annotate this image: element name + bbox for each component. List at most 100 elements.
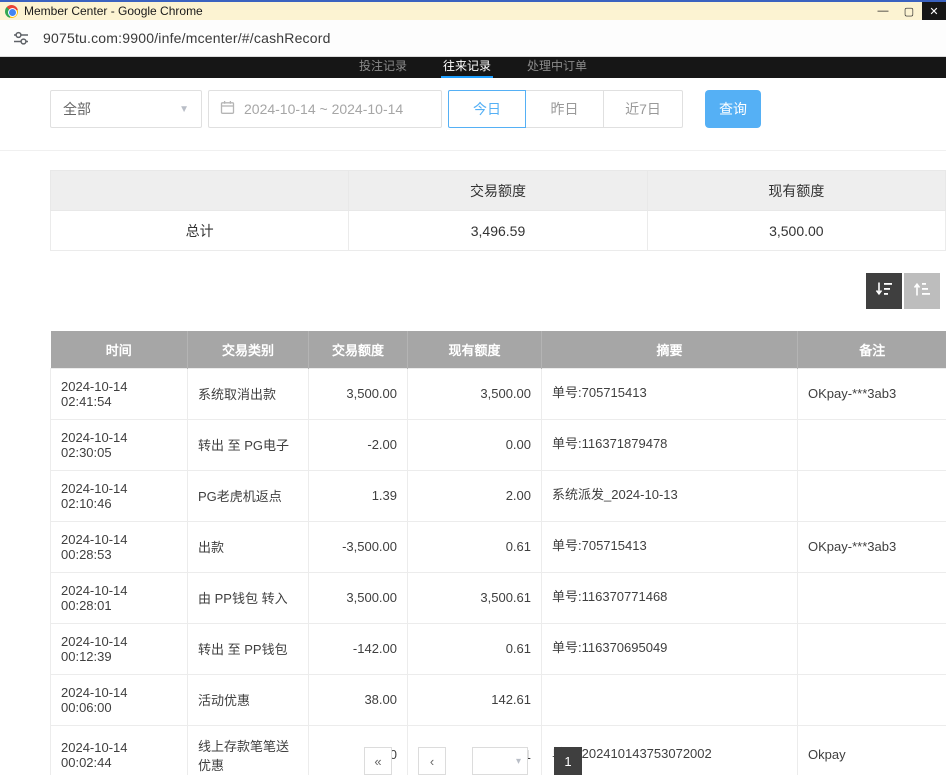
type-select-value: 全部 [63, 99, 91, 119]
cell-balance: 142.61 [408, 674, 542, 725]
table-row: 2024-10-14 02:10:46 PG老虎机返点 1.39 2.00 系统… [51, 470, 946, 521]
sort-ascending-button[interactable] [904, 273, 940, 309]
cell-summary: 单号:705715413 [542, 368, 798, 419]
summary-header-empty [51, 171, 349, 211]
records-header-row: 时间 交易类别 交易额度 现有额度 摘要 备注 [51, 331, 946, 368]
cell-balance: 3,500.61 [408, 572, 542, 623]
sort-controls [0, 273, 940, 309]
today-button[interactable]: 今日 [448, 90, 526, 128]
site-settings-icon[interactable] [12, 29, 30, 47]
cell-note: OKpay-***3ab3 [798, 521, 946, 572]
sort-descending-icon [874, 281, 894, 302]
top-nav: 投注记录 往来记录 处理中订单 [0, 57, 946, 78]
table-row: 2024-10-14 00:06:00 活动优惠 38.00 142.61 [51, 674, 946, 725]
sort-descending-button[interactable] [866, 273, 902, 309]
calendar-icon [220, 100, 235, 118]
address-bar[interactable]: 9075tu.com:9900/infe/mcenter/#/cashRecor… [43, 30, 331, 46]
chrome-logo-icon [5, 5, 18, 18]
summary-total-label: 总计 [51, 211, 349, 251]
chevron-down-icon: ▼ [179, 104, 189, 115]
chevron-down-icon: ▾ [516, 756, 521, 767]
summary-balance-total: 3,500.00 [647, 211, 945, 251]
table-row: 2024-10-14 00:28:53 出款 -3,500.00 0.61 单号… [51, 521, 946, 572]
table-row: 2024-10-14 02:30:05 转出 至 PG电子 -2.00 0.00… [51, 419, 946, 470]
cell-type: 由 PP钱包 转入 [188, 572, 309, 623]
header-time: 时间 [51, 331, 188, 368]
cell-summary: 单号:116370771468 [542, 572, 798, 623]
cell-note [798, 623, 946, 674]
window-controls: — ▢ ✕ [870, 2, 946, 20]
cell-amount: -3,500.00 [309, 521, 408, 572]
cell-amount: 1.39 [309, 470, 408, 521]
cell-time: 2024-10-14 02:10:46 [51, 470, 188, 521]
quick-range-group: 今日 昨日 近7日 [448, 90, 683, 128]
cell-time: 2024-10-14 00:28:53 [51, 521, 188, 572]
cell-balance: 0.00 [408, 419, 542, 470]
table-row: 2024-10-14 00:12:39 转出 至 PP钱包 -142.00 0.… [51, 623, 946, 674]
close-button[interactable]: ✕ [922, 2, 946, 20]
cell-note: OKpay-***3ab3 [798, 368, 946, 419]
pagination-prev-button[interactable]: ‹ [418, 747, 446, 775]
type-select[interactable]: 全部 ▼ [50, 90, 202, 128]
cell-amount: 3,500.00 [309, 368, 408, 419]
header-type: 交易类别 [188, 331, 309, 368]
date-range-picker[interactable]: 2024-10-14 ~ 2024-10-14 [208, 90, 442, 128]
cell-time: 2024-10-14 02:41:54 [51, 368, 188, 419]
summary-table: 交易额度 现有额度 总计 3,496.59 3,500.00 [50, 170, 946, 251]
cell-summary: 单号:705715413 [542, 521, 798, 572]
search-button[interactable]: 查询 [705, 90, 761, 128]
cell-summary: 系统派发_2024-10-13 [542, 470, 798, 521]
cell-balance: 2.00 [408, 470, 542, 521]
cell-note [798, 419, 946, 470]
header-note: 备注 [798, 331, 946, 368]
cell-balance: 3,500.00 [408, 368, 542, 419]
yesterday-button[interactable]: 昨日 [525, 90, 604, 128]
cell-balance: 0.61 [408, 521, 542, 572]
cell-type: 转出 至 PP钱包 [188, 623, 309, 674]
cell-summary: 单号:116371879478 [542, 419, 798, 470]
last-7-days-button[interactable]: 近7日 [603, 90, 683, 128]
cell-type: 活动优惠 [188, 674, 309, 725]
summary-header-balance: 现有额度 [647, 171, 945, 211]
header-balance: 现有额度 [408, 331, 542, 368]
cell-note [798, 470, 946, 521]
tab-pending-orders[interactable]: 处理中订单 [525, 57, 589, 78]
cell-summary: 单号:116370695049 [542, 623, 798, 674]
pagination: « ‹ ▾ 1 [0, 747, 946, 775]
maximize-button[interactable]: ▢ [896, 2, 922, 20]
cell-time: 2024-10-14 00:28:01 [51, 572, 188, 623]
summary-transaction-total: 3,496.59 [349, 211, 647, 251]
filter-row: 全部 ▼ 2024-10-14 ~ 2024-10-14 今日 昨日 近7日 查… [50, 90, 946, 128]
cell-type: PG老虎机返点 [188, 470, 309, 521]
pagination-active-page[interactable]: 1 [554, 747, 582, 775]
window-titlebar: Member Center - Google Chrome — ▢ ✕ [0, 0, 946, 20]
cell-note [798, 674, 946, 725]
summary-header-transaction: 交易额度 [349, 171, 647, 211]
cell-amount: 38.00 [309, 674, 408, 725]
cell-balance: 0.61 [408, 623, 542, 674]
pagination-first-button[interactable]: « [364, 747, 392, 775]
header-summary: 摘要 [542, 331, 798, 368]
cell-type: 转出 至 PG电子 [188, 419, 309, 470]
cell-type: 系统取消出款 [188, 368, 309, 419]
cell-summary [542, 674, 798, 725]
tab-cash-records[interactable]: 往来记录 [441, 57, 493, 78]
records-table: 时间 交易类别 交易额度 现有额度 摘要 备注 2024-10-14 02:41… [50, 331, 946, 775]
cell-time: 2024-10-14 00:12:39 [51, 623, 188, 674]
sort-ascending-icon [912, 281, 932, 302]
cell-amount: 3,500.00 [309, 572, 408, 623]
minimize-button[interactable]: — [870, 2, 896, 20]
window-title: Member Center - Google Chrome [24, 4, 203, 18]
date-range-value: 2024-10-14 ~ 2024-10-14 [244, 101, 403, 117]
table-row: 2024-10-14 02:41:54 系统取消出款 3,500.00 3,50… [51, 368, 946, 419]
section-divider [0, 150, 946, 151]
summary-total-row: 总计 3,496.59 3,500.00 [51, 211, 946, 251]
cell-type: 出款 [188, 521, 309, 572]
tab-bet-records[interactable]: 投注记录 [357, 57, 409, 78]
table-row: 2024-10-14 00:28:01 由 PP钱包 转入 3,500.00 3… [51, 572, 946, 623]
cell-amount: -142.00 [309, 623, 408, 674]
cell-note [798, 572, 946, 623]
header-amount: 交易额度 [309, 331, 408, 368]
cell-time: 2024-10-14 00:06:00 [51, 674, 188, 725]
pagination-size-select[interactable]: ▾ [472, 747, 528, 775]
